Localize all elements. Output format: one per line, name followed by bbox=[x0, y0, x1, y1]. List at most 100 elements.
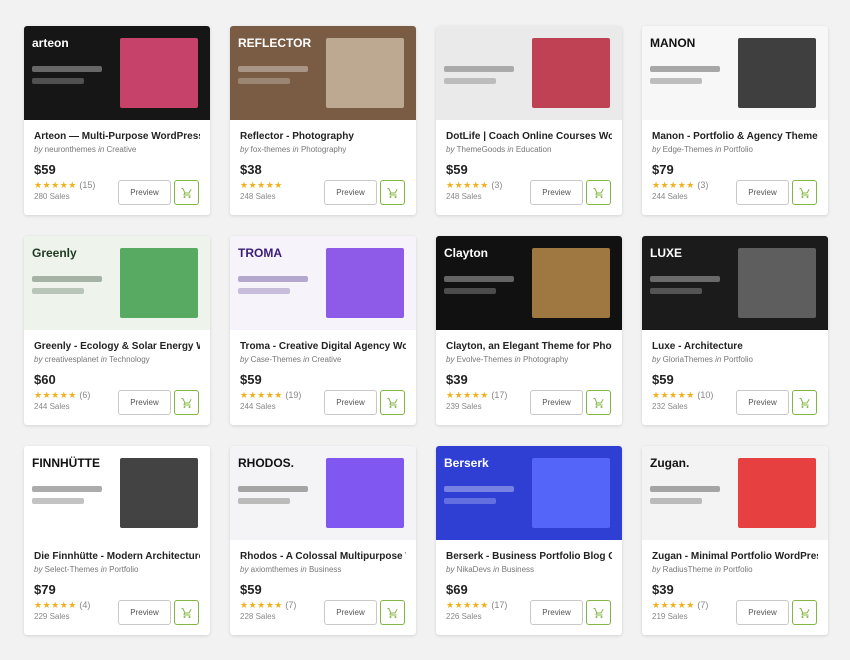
preview-button[interactable]: Preview bbox=[324, 390, 377, 415]
theme-card[interactable]: Clayton Clayton, an Elegant Theme for Ph… bbox=[436, 236, 622, 425]
add-to-cart-button[interactable] bbox=[174, 180, 199, 205]
theme-card[interactable]: RHODOS. Rhodos - A Colossal Multipurpose… bbox=[230, 446, 416, 635]
theme-thumbnail[interactable]: Berserk bbox=[436, 446, 622, 540]
preview-button[interactable]: Preview bbox=[530, 600, 583, 625]
theme-title[interactable]: Zugan - Minimal Portfolio WordPress Them… bbox=[652, 550, 818, 563]
thumbnail-graphic bbox=[532, 248, 610, 318]
author-link[interactable]: axiomthemes bbox=[251, 565, 299, 574]
rating: ★★★★★ (3) bbox=[446, 180, 502, 191]
theme-title[interactable]: Rhodos - A Colossal Multipurpose WordPre… bbox=[240, 550, 406, 563]
preview-button[interactable]: Preview bbox=[530, 390, 583, 415]
add-to-cart-button[interactable] bbox=[792, 180, 817, 205]
theme-card[interactable]: Berserk Berserk - Business Portfolio Blo… bbox=[436, 446, 622, 635]
theme-thumbnail[interactable]: FINNHÜTTE bbox=[24, 446, 210, 540]
add-to-cart-button[interactable] bbox=[586, 390, 611, 415]
author-link[interactable]: neuronthemes bbox=[45, 145, 96, 154]
theme-card[interactable]: TROMA Troma - Creative Digital Agency Wo… bbox=[230, 236, 416, 425]
author-link[interactable]: GloriaThemes bbox=[663, 355, 713, 364]
author-link[interactable]: creativesplanet bbox=[45, 355, 99, 364]
shopping-cart-icon bbox=[387, 187, 398, 198]
star-rating-icon: ★★★★★ bbox=[34, 180, 77, 190]
add-to-cart-button[interactable] bbox=[586, 180, 611, 205]
theme-title[interactable]: DotLife | Coach Online Courses WordPress… bbox=[446, 130, 612, 143]
category-link[interactable]: Portfolio bbox=[724, 355, 753, 364]
category-link[interactable]: Creative bbox=[312, 355, 342, 364]
theme-card[interactable]: LUXE Luxe - Architecture by GloriaThemes… bbox=[642, 236, 828, 425]
thumbnail-graphic bbox=[32, 78, 84, 84]
theme-thumbnail[interactable]: RHODOS. bbox=[230, 446, 416, 540]
theme-title[interactable]: Reflector - Photography bbox=[240, 130, 406, 143]
add-to-cart-button[interactable] bbox=[380, 390, 405, 415]
add-to-cart-button[interactable] bbox=[792, 600, 817, 625]
theme-thumbnail[interactable]: MANON bbox=[642, 26, 828, 120]
add-to-cart-button[interactable] bbox=[174, 600, 199, 625]
category-link[interactable]: Technology bbox=[109, 355, 149, 364]
category-link[interactable]: Portfolio bbox=[109, 565, 138, 574]
thumbnail-graphic bbox=[738, 458, 816, 528]
preview-button[interactable]: Preview bbox=[736, 390, 789, 415]
theme-thumbnail[interactable]: Zugan. bbox=[642, 446, 828, 540]
author-link[interactable]: Case-Themes bbox=[251, 355, 301, 364]
theme-title[interactable]: Berserk - Business Portfolio Blog Corpor… bbox=[446, 550, 612, 563]
add-to-cart-button[interactable] bbox=[586, 600, 611, 625]
preview-button[interactable]: Preview bbox=[324, 600, 377, 625]
add-to-cart-button[interactable] bbox=[380, 180, 405, 205]
shopping-cart-icon bbox=[799, 187, 810, 198]
author-link[interactable]: NikaDevs bbox=[457, 565, 491, 574]
theme-card[interactable]: FINNHÜTTE Die Finnhütte - Modern Archite… bbox=[24, 446, 210, 635]
author-link[interactable]: ThemeGoods bbox=[457, 145, 505, 154]
theme-title[interactable]: Die Finnhütte - Modern Architecture and … bbox=[34, 550, 200, 563]
add-to-cart-button[interactable] bbox=[174, 390, 199, 415]
author-link[interactable]: RadiusTheme bbox=[663, 565, 713, 574]
theme-card[interactable]: DotLife | Coach Online Courses WordPress… bbox=[436, 26, 622, 215]
category-link[interactable]: Business bbox=[309, 565, 341, 574]
category-link[interactable]: Portfolio bbox=[724, 145, 753, 154]
category-link[interactable]: Business bbox=[502, 565, 534, 574]
theme-title[interactable]: Greenly - Ecology & Solar Energy WordPre… bbox=[34, 340, 200, 353]
rating: ★★★★★ bbox=[240, 180, 283, 191]
category-link[interactable]: Education bbox=[516, 145, 552, 154]
theme-thumbnail[interactable]: arteon bbox=[24, 26, 210, 120]
shopping-cart-icon bbox=[593, 607, 604, 618]
preview-button[interactable]: Preview bbox=[118, 180, 171, 205]
add-to-cart-button[interactable] bbox=[380, 600, 405, 625]
in-label: in bbox=[100, 565, 110, 574]
theme-title[interactable]: Clayton, an Elegant Theme for Photograph… bbox=[446, 340, 612, 353]
theme-thumbnail[interactable]: LUXE bbox=[642, 236, 828, 330]
theme-thumbnail[interactable] bbox=[436, 26, 622, 120]
preview-button[interactable]: Preview bbox=[736, 180, 789, 205]
theme-title[interactable]: Arteon — Multi-Purpose WordPress Theme bbox=[34, 130, 200, 143]
category-link[interactable]: Creative bbox=[107, 145, 137, 154]
thumbnail-logo: Berserk bbox=[444, 456, 489, 470]
theme-card[interactable]: MANON Manon - Portfolio & Agency Theme b… bbox=[642, 26, 828, 215]
author-link[interactable]: Evolve-Themes bbox=[457, 355, 513, 364]
preview-button[interactable]: Preview bbox=[324, 180, 377, 205]
theme-title[interactable]: Luxe - Architecture bbox=[652, 340, 818, 353]
preview-button[interactable]: Preview bbox=[118, 600, 171, 625]
shopping-cart-icon bbox=[387, 397, 398, 408]
category-link[interactable]: Photography bbox=[523, 355, 568, 364]
add-to-cart-button[interactable] bbox=[792, 390, 817, 415]
theme-card[interactable]: Zugan. Zugan - Minimal Portfolio WordPre… bbox=[642, 446, 828, 635]
theme-card[interactable]: REFLECTOR Reflector - Photography by fox… bbox=[230, 26, 416, 215]
theme-thumbnail[interactable]: Greenly bbox=[24, 236, 210, 330]
theme-title[interactable]: Troma - Creative Digital Agency WordPres… bbox=[240, 340, 406, 353]
review-count: (17) bbox=[491, 390, 508, 400]
theme-title[interactable]: Manon - Portfolio & Agency Theme bbox=[652, 130, 818, 143]
thumbnail-graphic bbox=[238, 78, 290, 84]
category-link[interactable]: Portfolio bbox=[723, 565, 752, 574]
theme-price: $59 bbox=[240, 372, 262, 387]
preview-button[interactable]: Preview bbox=[736, 600, 789, 625]
category-link[interactable]: Photography bbox=[301, 145, 346, 154]
theme-thumbnail[interactable]: REFLECTOR bbox=[230, 26, 416, 120]
author-link[interactable]: Edge-Themes bbox=[663, 145, 713, 154]
theme-card[interactable]: Greenly Greenly - Ecology & Solar Energy… bbox=[24, 236, 210, 425]
theme-thumbnail[interactable]: Clayton bbox=[436, 236, 622, 330]
theme-card[interactable]: arteon Arteon — Multi-Purpose WordPress … bbox=[24, 26, 210, 215]
theme-thumbnail[interactable]: TROMA bbox=[230, 236, 416, 330]
author-link[interactable]: fox-themes bbox=[251, 145, 291, 154]
author-link[interactable]: Select-Themes bbox=[45, 565, 99, 574]
preview-button[interactable]: Preview bbox=[118, 390, 171, 415]
by-label: by bbox=[240, 355, 251, 364]
preview-button[interactable]: Preview bbox=[530, 180, 583, 205]
